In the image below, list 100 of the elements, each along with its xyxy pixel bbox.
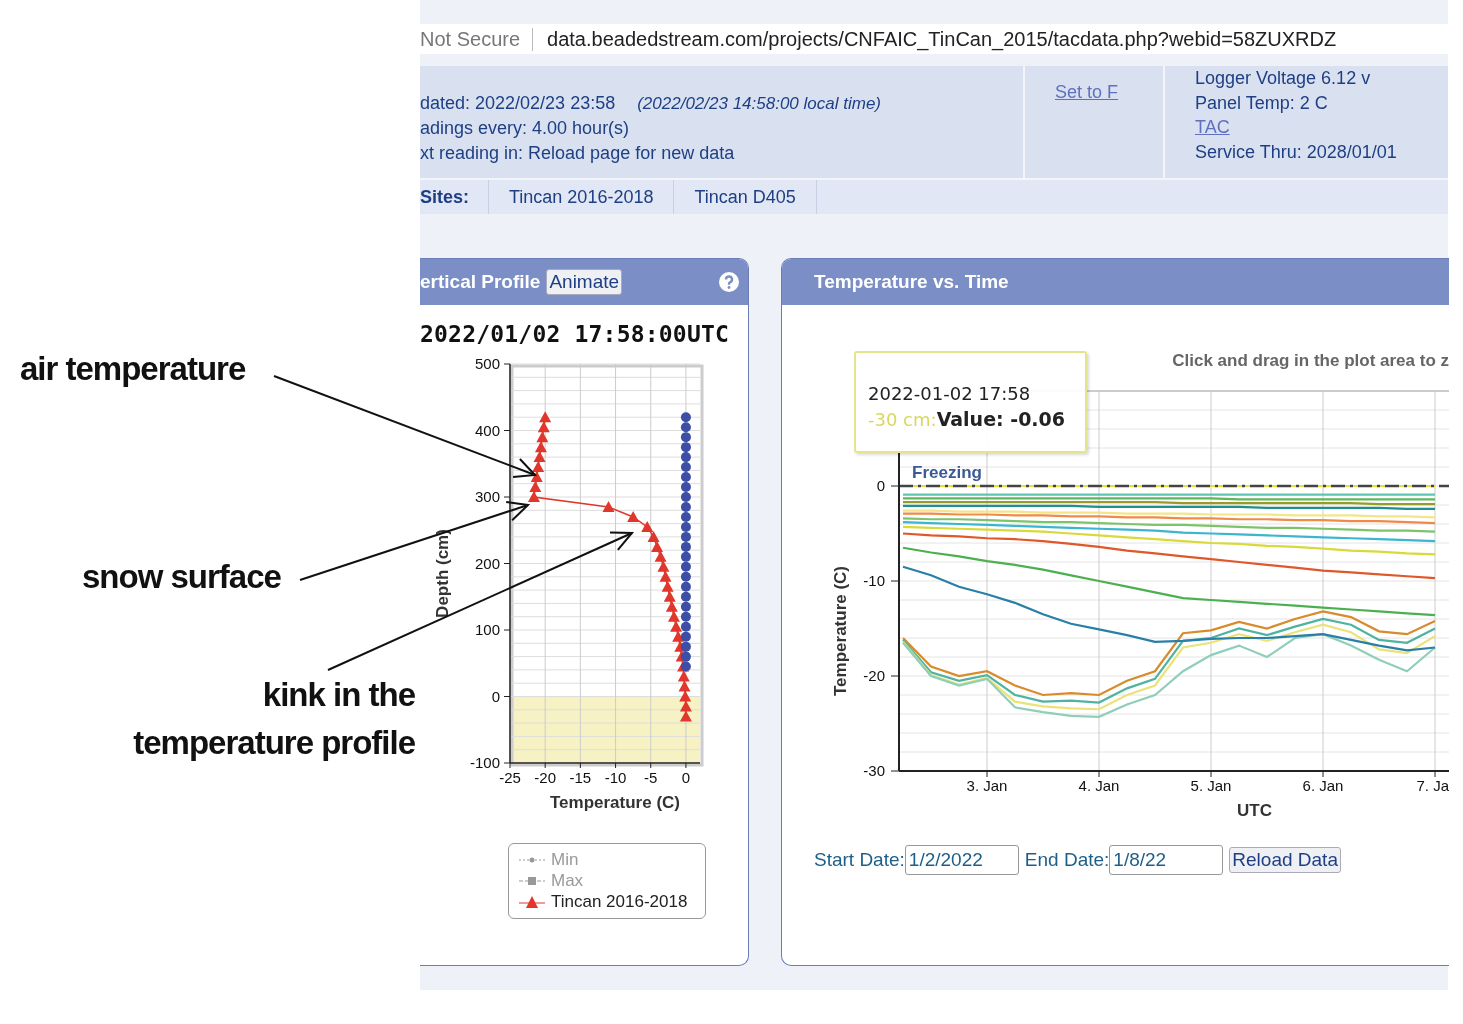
panel-title: Temperature vs. Time bbox=[814, 271, 1009, 293]
point bbox=[679, 710, 692, 722]
point bbox=[602, 500, 615, 512]
axis-tick-label: -20 bbox=[534, 769, 557, 786]
service-text: Service Thru: 2028/01/01 bbox=[1195, 140, 1398, 164]
reload-button[interactable]: Reload Data bbox=[1229, 847, 1341, 873]
point bbox=[680, 591, 691, 602]
axis-tick-label: 300 bbox=[474, 488, 500, 505]
help-icon[interactable] bbox=[718, 271, 740, 293]
axis-tick-label: 4. Jan bbox=[1078, 777, 1120, 794]
axis-title: Temperature (C) bbox=[831, 566, 850, 696]
point bbox=[539, 411, 552, 423]
point bbox=[680, 611, 691, 622]
point bbox=[679, 690, 692, 702]
point bbox=[529, 481, 542, 493]
axis-tick-label: -15 bbox=[569, 769, 592, 786]
point bbox=[680, 531, 691, 542]
axis-tick-label: 200 bbox=[474, 554, 500, 572]
point bbox=[534, 441, 547, 453]
point bbox=[680, 452, 691, 463]
logger-voltage-text: Logger Voltage 6.12 v bbox=[1195, 67, 1372, 90]
point bbox=[680, 521, 691, 532]
point bbox=[679, 700, 692, 712]
axis-tick-label: -10 bbox=[604, 769, 627, 786]
point bbox=[680, 651, 691, 662]
next-reading-text: xt reading in: Reload page for new data bbox=[420, 141, 736, 165]
point bbox=[680, 472, 691, 483]
point bbox=[536, 431, 549, 443]
axis-tick-label: 100 bbox=[474, 621, 500, 638]
end-date-field[interactable]: 1/8/22 bbox=[1109, 845, 1224, 875]
point bbox=[680, 601, 691, 612]
point bbox=[680, 412, 691, 423]
point bbox=[677, 670, 690, 682]
panel-temp-text: Panel Temp: 2 C bbox=[1195, 91, 1329, 115]
point bbox=[532, 461, 545, 473]
axis-tick-label: -30 bbox=[863, 762, 885, 779]
point bbox=[657, 560, 670, 572]
point bbox=[537, 421, 550, 433]
axis-tick-label: 0 bbox=[491, 687, 500, 705]
axis-tick-label: -5 bbox=[644, 769, 658, 786]
point bbox=[530, 471, 543, 483]
site-tab[interactable]: Tincan 2016-2018 bbox=[488, 180, 674, 214]
point bbox=[647, 530, 660, 542]
address-bar[interactable]: data.beadedstream.com/projects/CNFAIC_TinCan_2015/tacdata.php?webid=58ZUXRDZ bbox=[547, 27, 1337, 51]
annotation-label: air temperature bbox=[20, 349, 247, 389]
axis-tick-label: 5. Jan bbox=[1190, 777, 1232, 794]
panel-title: ertical Profile bbox=[420, 271, 541, 293]
point bbox=[680, 422, 691, 433]
profile-timestamp: 2022/01/02 17:58:00UTC bbox=[420, 321, 731, 347]
axis-tick-label: 0 bbox=[681, 769, 691, 786]
site-tab[interactable]: Tincan D405 bbox=[673, 180, 817, 214]
axis-title: UTC bbox=[1237, 801, 1272, 820]
start-date-field[interactable]: 1/2/2022 bbox=[904, 845, 1019, 875]
tooltip-series: -30 cm: bbox=[868, 409, 937, 430]
units-link[interactable]: Set to F bbox=[1055, 80, 1163, 105]
point bbox=[670, 620, 683, 632]
axis-tick-label: 0 bbox=[876, 477, 885, 494]
point bbox=[680, 432, 691, 443]
legend-triangle-icon bbox=[519, 895, 545, 909]
axis-tick-label: -20 bbox=[863, 667, 885, 684]
legend-label[interactable]: Tincan 2016-2018 bbox=[551, 892, 688, 912]
point bbox=[680, 501, 691, 512]
point bbox=[663, 590, 676, 602]
axis-tick-label: 400 bbox=[474, 421, 500, 439]
tooltip-value: Value: -0.06 bbox=[936, 408, 1065, 430]
point bbox=[680, 571, 691, 582]
sites-label: Sites: bbox=[420, 186, 471, 208]
axis-title: Temperature (C) bbox=[550, 793, 680, 811]
point bbox=[680, 581, 691, 592]
axis-tick-label: 3. Jan bbox=[966, 777, 1008, 794]
point bbox=[665, 600, 678, 612]
point bbox=[667, 610, 680, 622]
annotation-label: kink in the temperature profile bbox=[132, 674, 415, 763]
point bbox=[680, 511, 691, 522]
axis-tick-label: 500 bbox=[474, 355, 500, 372]
end-date-label: End Date: bbox=[1024, 849, 1110, 871]
axis-tick-label: -10 bbox=[863, 572, 885, 589]
legend-line-icon bbox=[519, 855, 545, 865]
point bbox=[680, 541, 691, 552]
axis-tick-label: 6. Jan bbox=[1302, 777, 1344, 794]
annotation-label: snow surface bbox=[82, 556, 282, 597]
point bbox=[659, 570, 672, 582]
start-date-label: Start Date: bbox=[814, 849, 905, 871]
tooltip-time: 2022-01-02 17:58 bbox=[868, 383, 1032, 404]
point bbox=[672, 630, 685, 642]
chart-hint: Click and drag in the plot area to z bbox=[1171, 351, 1449, 371]
animate-button[interactable]: Animate bbox=[546, 269, 623, 295]
point bbox=[680, 492, 691, 502]
point bbox=[680, 621, 691, 632]
point bbox=[680, 442, 691, 453]
axis-tick-label: -100 bbox=[469, 754, 500, 771]
point bbox=[527, 491, 540, 502]
point bbox=[678, 680, 691, 692]
interval-text: adings every: 4.00 hour(s) bbox=[420, 117, 631, 141]
point bbox=[680, 462, 691, 473]
updated-text: dated: 2022/02/23 23:58 (2022/02/23 14:58:00 local time) bbox=[420, 91, 882, 115]
point bbox=[680, 561, 691, 572]
legend-square-icon bbox=[519, 876, 545, 886]
point bbox=[661, 580, 674, 592]
point bbox=[533, 451, 546, 463]
